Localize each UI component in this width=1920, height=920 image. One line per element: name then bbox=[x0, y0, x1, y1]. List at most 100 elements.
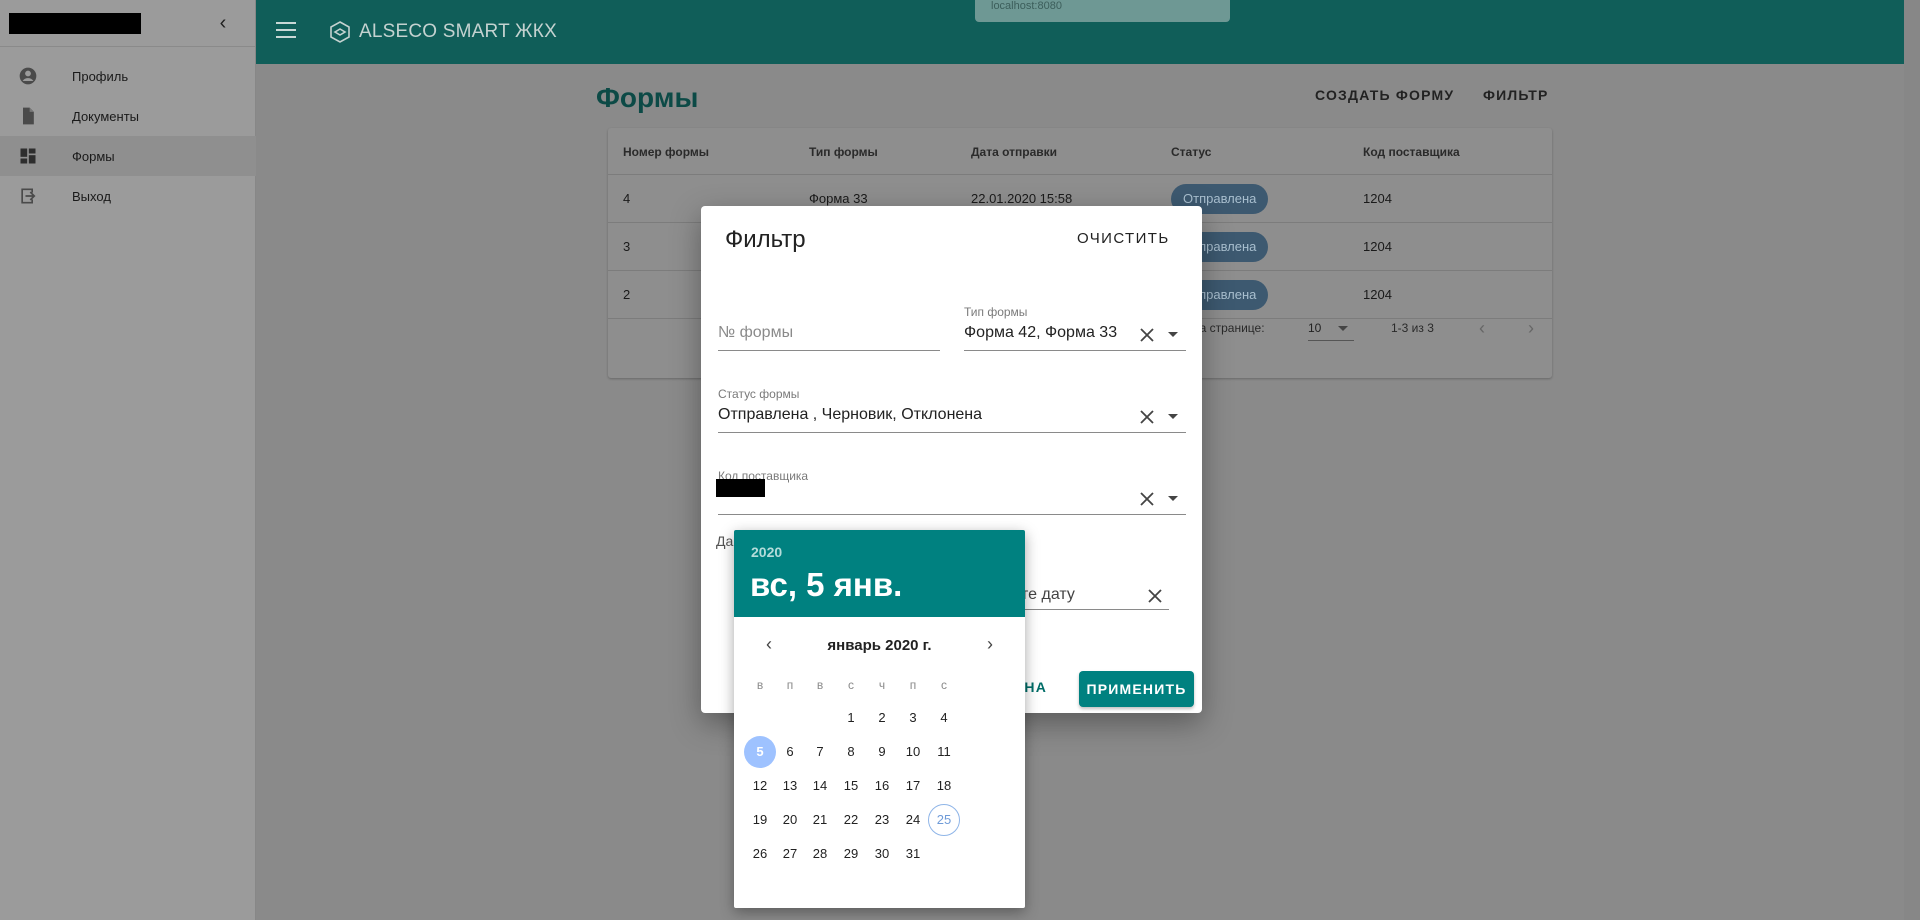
supplier-code: 1204 bbox=[1363, 191, 1392, 206]
form-type-label: Тип формы bbox=[964, 305, 1028, 319]
sidebar-nav: Профиль Документы Формы Выход bbox=[0, 56, 256, 216]
next-month-icon[interactable]: › bbox=[978, 632, 1002, 656]
chevron-down-icon[interactable] bbox=[1168, 414, 1178, 419]
app-bar: ALSECO SMART ЖКХ localhost:8080 bbox=[256, 0, 1904, 64]
sidebar-item-label: Документы bbox=[72, 108, 140, 124]
date-placeholder: те дату bbox=[1021, 586, 1075, 603]
form-status-label: Статус формы bbox=[718, 387, 800, 401]
form-number: 4 bbox=[623, 191, 631, 206]
rows-per-page-value: 10 bbox=[1308, 321, 1322, 335]
apply-button[interactable]: ПРИМЕНИТЬ bbox=[1079, 671, 1194, 707]
sidebar-item-label: Выход bbox=[72, 188, 111, 204]
calendar-day[interactable]: 31 bbox=[897, 838, 929, 870]
previous-page-icon[interactable]: ‹ bbox=[1479, 318, 1485, 339]
sidebar-item-label: Формы bbox=[72, 148, 115, 164]
date-picker: 2020 вс, 5 янв. ‹ январь 2020 г. › впвсч… bbox=[734, 530, 1025, 908]
sidebar-item-exit[interactable]: Выход bbox=[0, 176, 256, 216]
column-header[interactable]: Статус bbox=[1171, 145, 1211, 159]
form-status-select[interactable]: Статус формы Отправлена , Черновик, Откл… bbox=[718, 380, 1186, 433]
calendar-day[interactable]: 3 bbox=[897, 702, 929, 734]
redacted-supplier-code bbox=[716, 479, 765, 497]
clear-form-type-icon[interactable] bbox=[1138, 326, 1156, 344]
weekday-label: п bbox=[909, 678, 917, 692]
account-circle-icon bbox=[19, 67, 37, 85]
calendar-day[interactable]: 5 bbox=[744, 736, 776, 768]
calendar-day[interactable]: 6 bbox=[774, 736, 806, 768]
supplier-code: 1204 bbox=[1363, 287, 1392, 302]
clear-filters-button[interactable]: ОЧИСТИТЬ bbox=[1077, 230, 1170, 247]
column-header[interactable]: Номер формы bbox=[623, 145, 709, 159]
calendar-day[interactable]: 4 bbox=[928, 702, 960, 734]
calendar-day[interactable]: 14 bbox=[804, 770, 836, 802]
calendar-day[interactable]: 27 bbox=[774, 838, 806, 870]
weekday-label: с bbox=[848, 678, 854, 692]
dialog-title: Фильтр bbox=[725, 226, 806, 253]
calendar-day[interactable]: 9 bbox=[866, 736, 898, 768]
supplier-code-select[interactable]: Код поставщика bbox=[718, 462, 1186, 515]
app-brand: ALSECO SMART ЖКХ bbox=[359, 21, 557, 42]
menu-icon[interactable] bbox=[276, 22, 296, 38]
picker-year[interactable]: 2020 bbox=[751, 544, 782, 560]
calendar-day[interactable]: 20 bbox=[774, 804, 806, 836]
weekday-label: ч bbox=[878, 678, 886, 692]
page-scrollbar[interactable] bbox=[1904, 0, 1920, 920]
calendar-day[interactable]: 12 bbox=[744, 770, 776, 802]
sidebar-item-profile[interactable]: Профиль bbox=[0, 56, 256, 96]
calendar-day[interactable]: 7 bbox=[804, 736, 836, 768]
sidebar-item-forms[interactable]: Формы bbox=[0, 136, 256, 176]
form-number-field[interactable]: № формы bbox=[718, 312, 940, 351]
brand-logo-icon bbox=[330, 21, 350, 43]
column-header[interactable]: Код поставщика bbox=[1363, 145, 1460, 159]
calendar-day[interactable]: 18 bbox=[928, 770, 960, 802]
calendar-day[interactable]: 24 bbox=[897, 804, 929, 836]
form-number: 3 bbox=[623, 239, 631, 254]
clear-status-icon[interactable] bbox=[1138, 408, 1156, 426]
calendar-day[interactable]: 28 bbox=[804, 838, 836, 870]
column-header[interactable]: Дата отправки bbox=[971, 145, 1057, 159]
calendar-day[interactable]: 2 bbox=[866, 702, 898, 734]
calendar-day[interactable]: 30 bbox=[866, 838, 898, 870]
create-form-button[interactable]: СОЗДАТЬ ФОРМУ bbox=[1315, 87, 1454, 103]
chevron-down-icon[interactable] bbox=[1168, 332, 1178, 337]
calendar-day[interactable]: 23 bbox=[866, 804, 898, 836]
weekday-label: в bbox=[816, 678, 824, 692]
calendar-day[interactable]: 10 bbox=[897, 736, 929, 768]
weekday-label: с bbox=[941, 678, 947, 692]
rows-per-page-select[interactable]: 10 bbox=[1308, 311, 1354, 341]
column-header[interactable]: Тип формы bbox=[809, 145, 878, 159]
form-type-value: Форма 42, Форма 33 bbox=[964, 324, 1118, 341]
form-type-select[interactable]: Тип формы Форма 42, Форма 33 bbox=[964, 298, 1186, 351]
calendar-day[interactable]: 1 bbox=[835, 702, 867, 734]
calendar-day[interactable]: 15 bbox=[835, 770, 867, 802]
clear-supplier-icon[interactable] bbox=[1138, 490, 1156, 508]
document-icon bbox=[23, 107, 34, 125]
chevron-down-icon[interactable] bbox=[1168, 496, 1178, 501]
calendar-day[interactable]: 19 bbox=[744, 804, 776, 836]
calendar-day[interactable]: 13 bbox=[774, 770, 806, 802]
date-picker-header: 2020 вс, 5 янв. bbox=[734, 530, 1025, 617]
calendar-day[interactable]: 25 bbox=[928, 804, 960, 836]
exit-icon bbox=[21, 188, 36, 204]
calendar-day[interactable]: 11 bbox=[928, 736, 960, 768]
calendar-day[interactable]: 26 bbox=[744, 838, 776, 870]
filter-button[interactable]: ФИЛЬТР bbox=[1483, 87, 1549, 103]
calendar-day[interactable]: 17 bbox=[897, 770, 929, 802]
redacted-user-name bbox=[9, 13, 141, 34]
calendar-day[interactable]: 21 bbox=[804, 804, 836, 836]
url-tooltip: localhost:8080 bbox=[975, 0, 1230, 22]
picker-selected-date: вс, 5 янв. bbox=[750, 566, 903, 603]
next-page-icon[interactable]: › bbox=[1528, 318, 1534, 339]
navigation-drawer: ‹ Профиль Документы Формы Выход bbox=[0, 0, 256, 920]
date-section-label: Да bbox=[716, 533, 734, 549]
calendar-day[interactable]: 22 bbox=[835, 804, 867, 836]
calendar-day[interactable]: 29 bbox=[835, 838, 867, 870]
collapse-drawer-icon[interactable]: ‹ bbox=[213, 13, 233, 33]
sent-date: 22.01.2020 15:58 bbox=[971, 191, 1073, 206]
form-number: 2 bbox=[623, 287, 631, 302]
sidebar-item-label: Профиль bbox=[72, 68, 129, 84]
date-to-field[interactable]: те дату bbox=[1021, 580, 1169, 610]
calendar-day[interactable]: 8 bbox=[835, 736, 867, 768]
sidebar-item-documents[interactable]: Документы bbox=[0, 96, 256, 136]
clear-date-icon[interactable] bbox=[1146, 587, 1164, 605]
calendar-day[interactable]: 16 bbox=[866, 770, 898, 802]
